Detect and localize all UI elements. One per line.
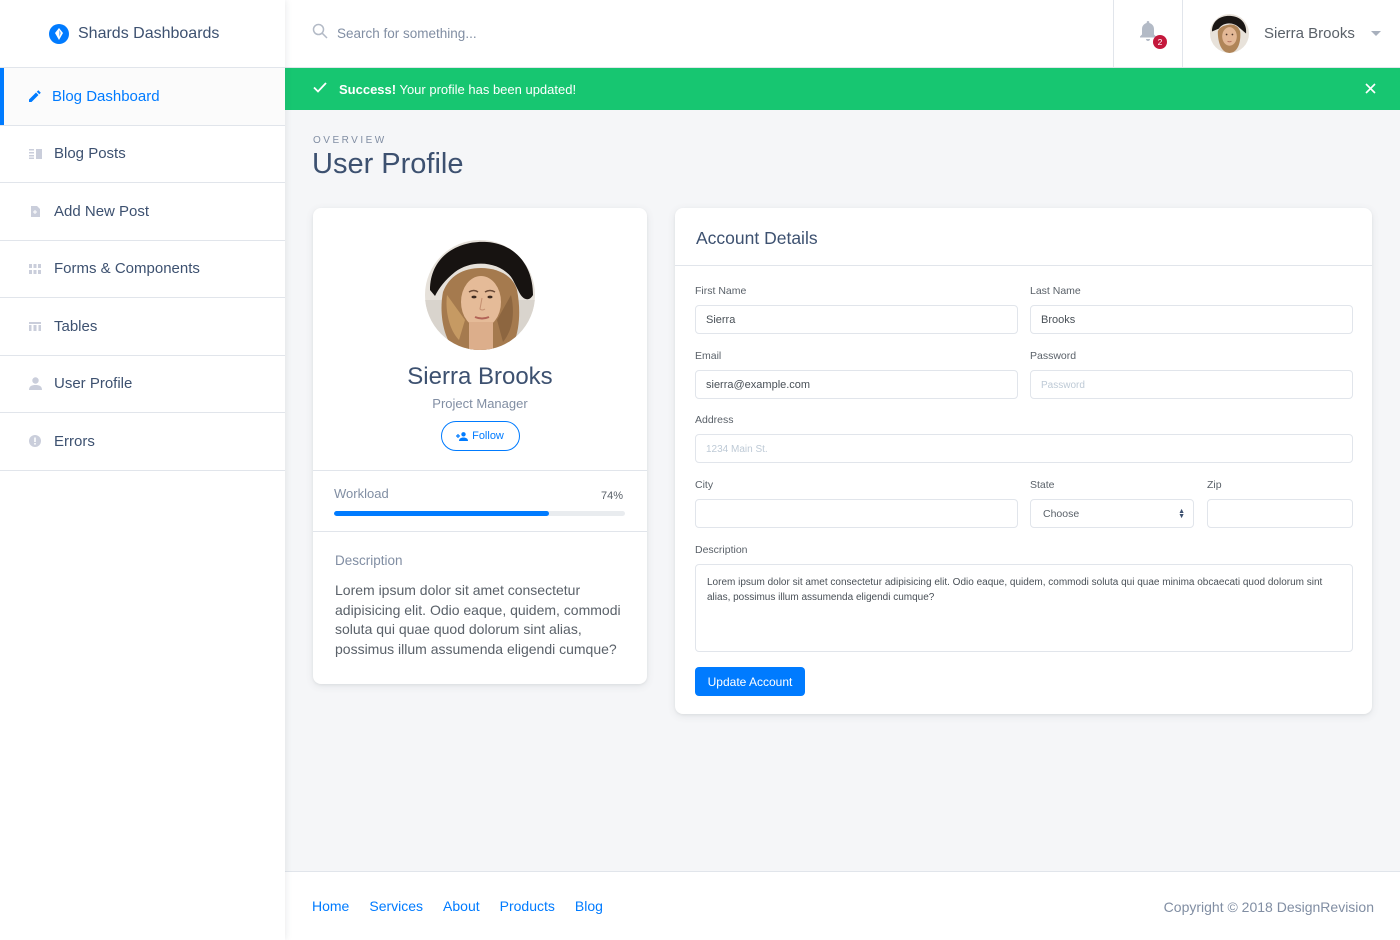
zip-label: Zip xyxy=(1207,479,1222,491)
footer: Home Services About Products Blog Copyri… xyxy=(285,871,1400,940)
account-details-card: Account Details First Name Last Name Ema… xyxy=(675,208,1372,714)
alert-message: Success! Your profile has been updated! xyxy=(339,82,576,97)
sidebar-item-label: Errors xyxy=(54,432,95,450)
description-textarea[interactable]: Lorem ipsum dolor sit amet consectetur a… xyxy=(695,564,1353,652)
sidebar-item-user-profile[interactable]: User Profile xyxy=(0,356,285,413)
profile-card: Sierra Brooks Project Manager Follow Wor… xyxy=(313,208,647,684)
copyright: Copyright © 2018 DesignRevision xyxy=(1163,899,1374,915)
state-select[interactable]: Choose ▲ ▼ xyxy=(1030,499,1194,528)
error-icon xyxy=(28,434,42,448)
search-bar xyxy=(285,0,1113,67)
description-label: Description xyxy=(695,544,748,556)
workload-progress-bar xyxy=(334,511,625,516)
address-label: Address xyxy=(695,414,734,426)
sidebar-item-label: Add New Post xyxy=(54,202,150,220)
workload-label: Workload xyxy=(334,486,389,501)
zip-input[interactable] xyxy=(1207,499,1353,528)
close-icon[interactable] xyxy=(1365,81,1376,99)
password-label: Password xyxy=(1030,350,1077,362)
description-text: Lorem ipsum dolor sit amet consectetur a… xyxy=(335,582,621,657)
city-input[interactable] xyxy=(695,499,1018,528)
notification-badge: 2 xyxy=(1153,35,1167,49)
sidebar-item-blog-posts[interactable]: Blog Posts xyxy=(0,126,285,183)
city-label: City xyxy=(695,479,714,491)
sidebar-item-errors[interactable]: Errors xyxy=(0,413,285,471)
last-name-label: Last Name xyxy=(1030,285,1081,297)
profile-role: Project Manager xyxy=(432,396,528,411)
search-input[interactable] xyxy=(337,26,737,41)
alert-text: Your profile has been updated! xyxy=(396,81,577,97)
email-input[interactable] xyxy=(695,370,1018,399)
notifications-button[interactable]: 2 xyxy=(1113,0,1183,67)
profile-header: Sierra Brooks Project Manager Follow xyxy=(313,208,647,471)
sidebar-item-label: Blog Dashboard xyxy=(52,87,160,105)
sidebar-item-label: Forms & Components xyxy=(54,260,200,278)
view-module-icon xyxy=(28,147,42,161)
chevron-down-icon xyxy=(1370,31,1381,36)
account-details-header: Account Details xyxy=(675,208,1372,266)
sidebar-item-label: Tables xyxy=(54,317,98,335)
sidebar-item-tables[interactable]: Tables xyxy=(0,298,285,356)
footer-link-blog[interactable]: Blog xyxy=(575,898,603,914)
sidebar: Shards Dashboards Blog Dashboard Blog Po… xyxy=(0,0,285,940)
workload-value: 74% xyxy=(600,490,623,502)
sidebar-item-forms-components[interactable]: Forms & Components xyxy=(0,241,285,298)
sidebar-item-blog-dashboard[interactable]: Blog Dashboard xyxy=(0,68,285,126)
search-icon xyxy=(312,23,328,44)
page-subtitle: OVERVIEW xyxy=(313,135,387,146)
select-arrows-icon: ▲ ▼ xyxy=(1178,508,1185,520)
workload-progress-fill xyxy=(334,511,550,516)
follow-button[interactable]: Follow xyxy=(440,421,520,451)
description-section: Description Lorem ipsum dolor sit amet c… xyxy=(313,532,647,659)
sidebar-nav: Blog Dashboard Blog Posts Add New Post F… xyxy=(0,68,285,471)
follow-label: Follow xyxy=(472,430,504,442)
sidebar-item-label: User Profile xyxy=(54,375,133,393)
success-alert: Success! Your profile has been updated! xyxy=(285,68,1400,110)
first-name-label: First Name xyxy=(695,285,747,297)
footer-link-home[interactable]: Home xyxy=(312,898,349,914)
sidebar-item-label: Blog Posts xyxy=(54,145,126,163)
check-icon xyxy=(313,80,327,98)
brand[interactable]: Shards Dashboards xyxy=(0,0,285,68)
sidebar-item-add-new-post[interactable]: Add New Post xyxy=(0,183,285,241)
page-title: User Profile xyxy=(312,148,464,180)
user-avatar xyxy=(1210,14,1249,53)
brand-name: Shards Dashboards xyxy=(78,24,220,42)
workload-section: Workload 74% xyxy=(313,471,647,532)
email-label: Email xyxy=(695,350,722,362)
update-account-button[interactable]: Update Account xyxy=(695,667,805,696)
grid-icon xyxy=(28,262,42,276)
first-name-input[interactable] xyxy=(695,305,1018,334)
user-name: Sierra Brooks xyxy=(1264,25,1355,42)
pencil-icon xyxy=(28,89,42,103)
user-menu[interactable]: Sierra Brooks xyxy=(1183,0,1400,67)
address-input[interactable] xyxy=(695,434,1353,463)
profile-name: Sierra Brooks xyxy=(407,363,553,390)
footer-link-about[interactable]: About xyxy=(443,898,480,914)
account-details-title: Account Details xyxy=(696,228,818,248)
footer-link-services[interactable]: Services xyxy=(369,898,423,914)
last-name-input[interactable] xyxy=(1030,305,1353,334)
footer-link-products[interactable]: Products xyxy=(500,898,555,914)
table-icon xyxy=(28,319,42,333)
state-label: State xyxy=(1030,479,1055,491)
note-add-icon xyxy=(28,204,42,218)
shards-logo-icon xyxy=(49,23,69,44)
alert-strong: Success! xyxy=(339,81,397,97)
state-selected-value: Choose xyxy=(1043,507,1080,520)
profile-avatar xyxy=(425,240,535,350)
description-label: Description xyxy=(335,553,403,568)
person-add-icon xyxy=(456,431,469,441)
top-navbar: 2 Sierra Brooks xyxy=(285,0,1400,68)
person-icon xyxy=(28,377,42,391)
password-input[interactable] xyxy=(1030,370,1353,399)
